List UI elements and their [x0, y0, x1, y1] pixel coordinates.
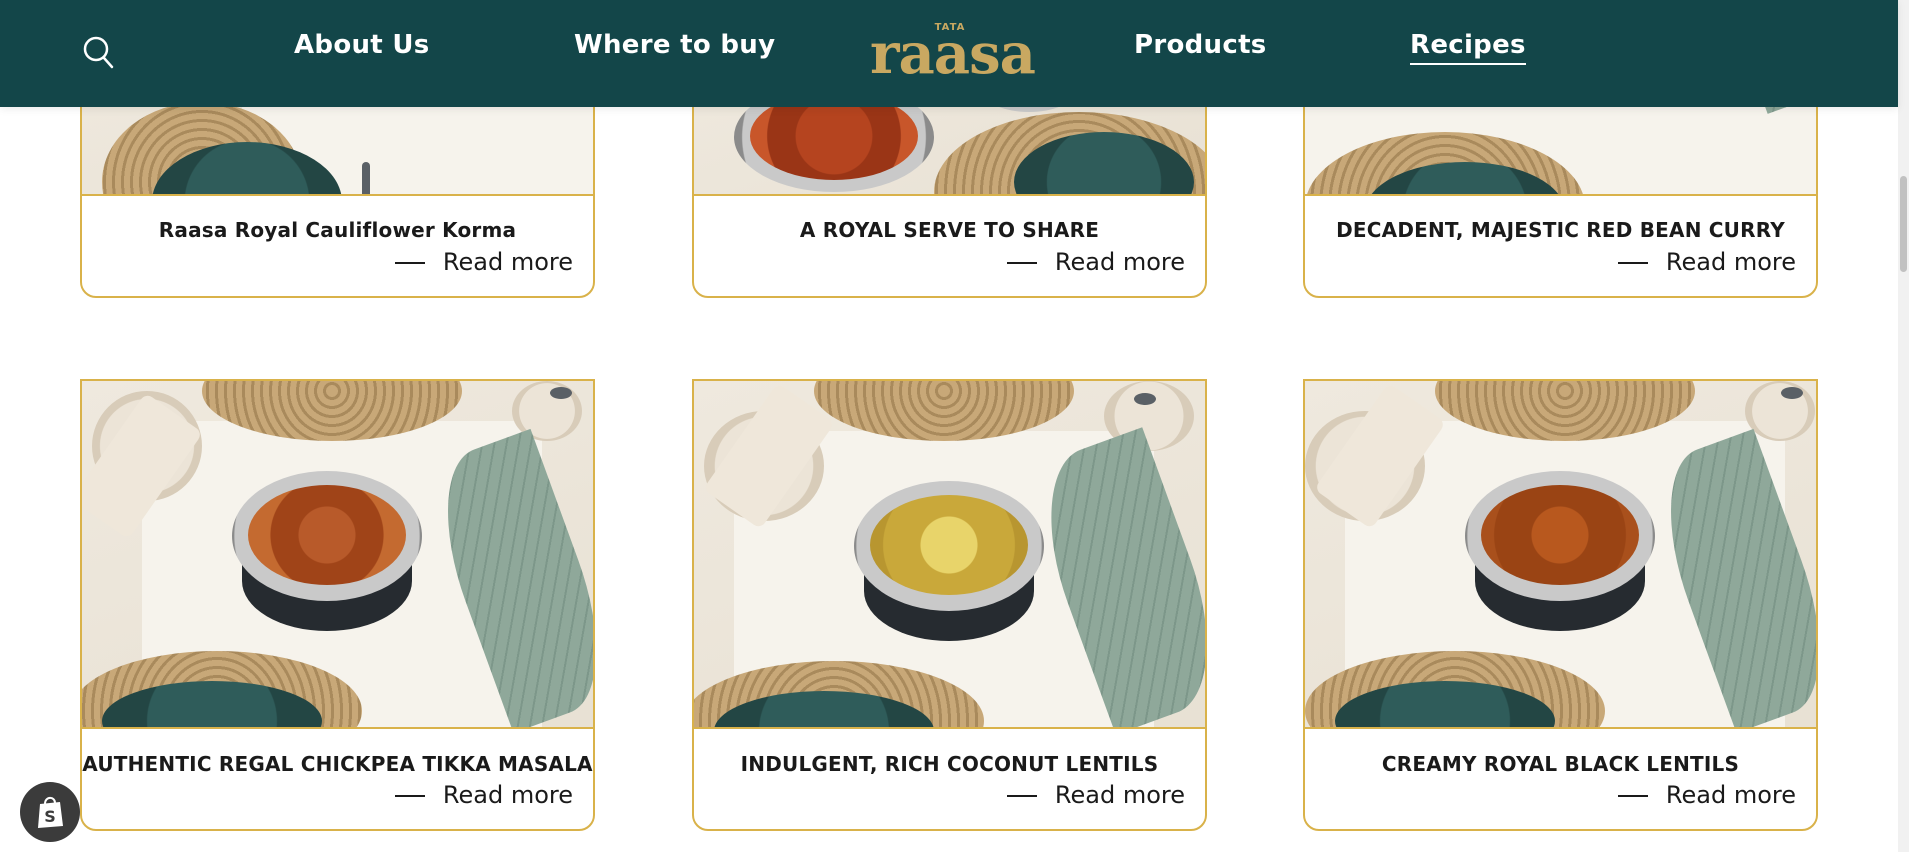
recipe-title: DECADENT, MAJESTIC RED BEAN CURRY — [1336, 218, 1785, 242]
recipe-image — [694, 381, 1205, 729]
svg-text:S: S — [44, 807, 56, 826]
raasa-logo[interactable]: TATA raasa — [870, 21, 1036, 87]
recipe-title: A ROYAL SERVE TO SHARE — [799, 218, 1100, 242]
recipe-card[interactable]: CREAMY ROYAL BLACK LENTILS Read more — [1303, 379, 1818, 831]
shopify-chat-button[interactable]: S — [20, 782, 80, 842]
search-icon[interactable] — [82, 34, 114, 70]
recipe-card[interactable]: AUTHENTIC REGAL CHICKPEA TIKKA MASALA Re… — [80, 379, 595, 831]
shopify-bag-icon: S — [38, 796, 63, 828]
site-header: About Us Where to buy TATA raasa Product… — [0, 0, 1898, 107]
logo-wordmark: raasa — [870, 21, 1036, 87]
scrollbar-thumb[interactable] — [1900, 176, 1907, 272]
read-more-link[interactable]: Read more — [394, 781, 573, 809]
page-scrollbar[interactable] — [1898, 0, 1909, 852]
read-more-link[interactable]: Read more — [1617, 781, 1796, 809]
recipe-image — [82, 381, 593, 729]
recipe-title: INDULGENT, RICH COCONUT LENTILS — [740, 752, 1159, 776]
recipe-image — [1305, 381, 1816, 729]
nav-recipes[interactable]: Recipes — [1410, 30, 1526, 65]
read-more-link[interactable]: Read more — [1006, 781, 1185, 809]
recipe-title: AUTHENTIC REGAL CHICKPEA TIKKA MASALA — [82, 752, 593, 776]
nav-where-to-buy[interactable]: Where to buy — [574, 30, 775, 60]
recipe-title: Raasa Royal Cauliflower Korma — [158, 218, 517, 242]
recipe-card[interactable]: INDULGENT, RICH COCONUT LENTILS Read mor… — [692, 379, 1207, 831]
read-more-link[interactable]: Read more — [394, 248, 573, 276]
nav-products[interactable]: Products — [1134, 30, 1267, 60]
read-more-link[interactable]: Read more — [1006, 248, 1185, 276]
nav-about-us[interactable]: About Us — [294, 30, 430, 60]
read-more-link[interactable]: Read more — [1617, 248, 1796, 276]
recipe-title: CREAMY ROYAL BLACK LENTILS — [1381, 752, 1740, 776]
